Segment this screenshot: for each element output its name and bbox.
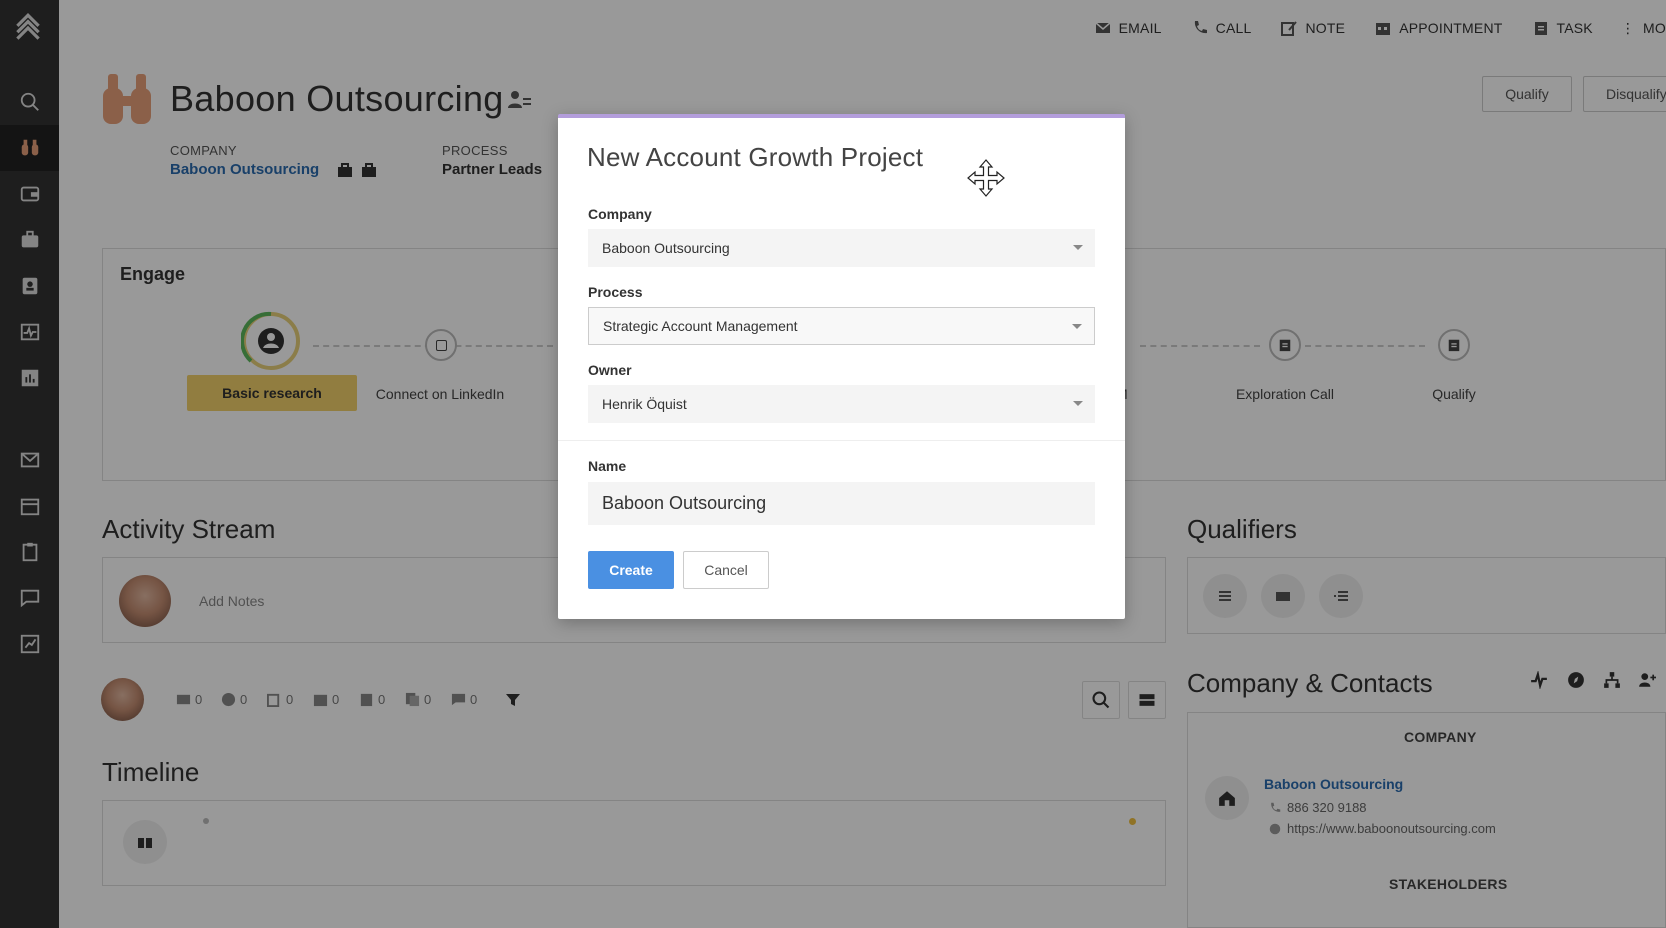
owner-field-label: Owner [588, 362, 632, 378]
new-account-growth-project-dialog: New Account Growth Project Company Baboo… [558, 114, 1125, 619]
chevron-down-icon [1072, 324, 1082, 329]
process-select-value: Strategic Account Management [603, 318, 798, 334]
owner-select-value: Henrik Öquist [602, 396, 687, 412]
cancel-button[interactable]: Cancel [683, 551, 769, 589]
create-button[interactable]: Create [588, 551, 674, 589]
name-input[interactable] [588, 482, 1095, 525]
company-select[interactable]: Baboon Outsourcing [588, 229, 1095, 267]
owner-select[interactable]: Henrik Öquist [588, 385, 1095, 423]
chevron-down-icon [1073, 245, 1083, 250]
company-field-label: Company [588, 206, 652, 222]
name-field-label: Name [588, 458, 627, 474]
process-field-label: Process [588, 284, 643, 300]
divider [558, 440, 1125, 441]
company-select-value: Baboon Outsourcing [602, 240, 730, 256]
dialog-title: New Account Growth Project [587, 142, 924, 172]
chevron-down-icon [1073, 401, 1083, 406]
move-cursor-icon [967, 159, 1005, 197]
process-select[interactable]: Strategic Account Management [588, 307, 1095, 345]
